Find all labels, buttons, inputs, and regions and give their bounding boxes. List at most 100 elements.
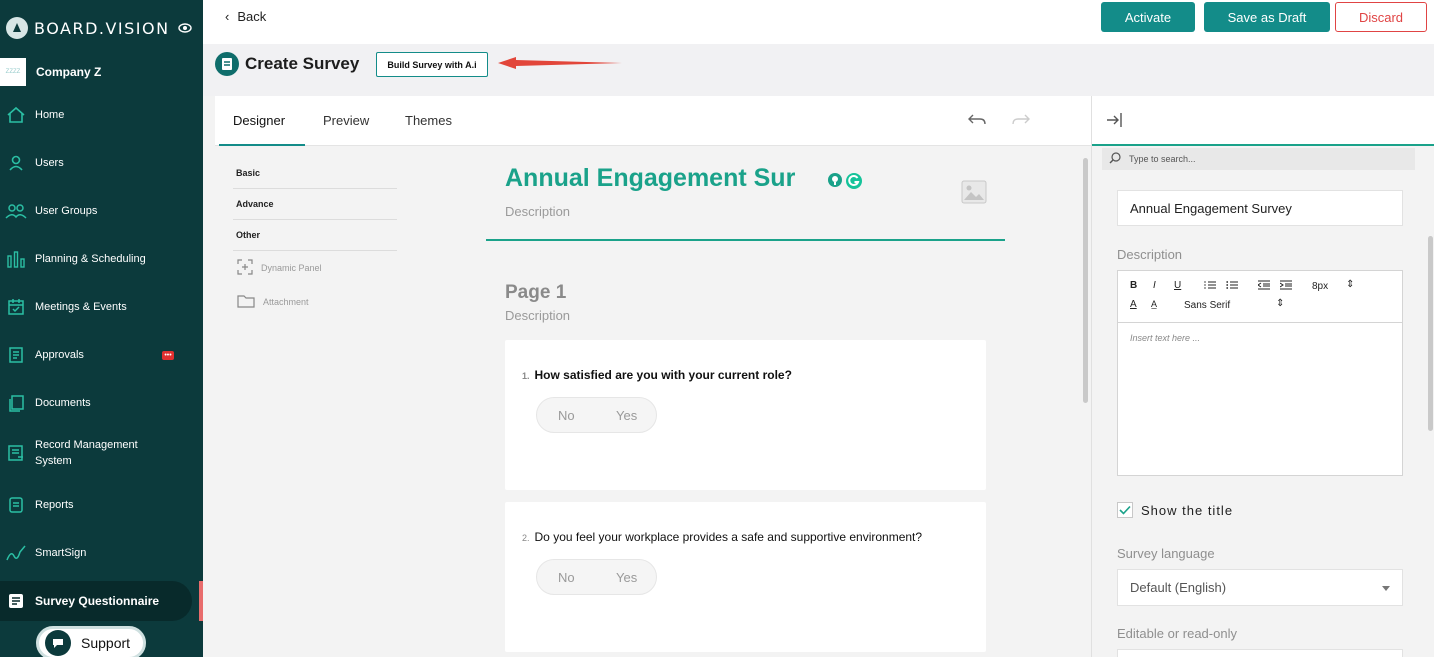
outdent-icon[interactable] xyxy=(1257,280,1270,293)
show-title-checkbox[interactable] xyxy=(1117,502,1133,518)
sidebar: BOARD.VISION ZZZZ Company Z Home Users U… xyxy=(0,0,203,657)
sidebar-item-meetings[interactable]: Meetings & Events xyxy=(0,287,203,327)
redo-icon[interactable] xyxy=(1011,112,1031,133)
survey-title[interactable]: Annual Engagement Sur xyxy=(505,164,795,193)
approvals-icon xyxy=(5,344,27,366)
bold-button[interactable]: B xyxy=(1130,280,1137,291)
editor-toolbar: B I U 8px ⇕ A A̲ Sans Serif ⇕ xyxy=(1118,271,1402,323)
back-label: Back xyxy=(237,9,267,24)
survey-title-field[interactable]: Annual Engagement Survey xyxy=(1117,190,1403,226)
page-name[interactable]: Page 1 xyxy=(505,282,566,304)
pointer-arrow-icon xyxy=(498,56,624,75)
font-size-select[interactable]: 8px xyxy=(1312,281,1328,292)
select-arrows-icon: ⇕ xyxy=(1346,279,1355,290)
grammarly-icon xyxy=(845,172,863,195)
description-editor[interactable]: B I U 8px ⇕ A A̲ Sans Serif ⇕ Insert tex… xyxy=(1117,270,1403,476)
highlight-color-icon[interactable]: A̲ xyxy=(1151,299,1157,309)
survey-language-label: Survey language xyxy=(1117,546,1215,561)
sidebar-item-users[interactable]: Users xyxy=(0,143,203,183)
title-divider xyxy=(486,239,1005,241)
company-name: Company Z xyxy=(36,65,102,79)
save-as-draft-button[interactable]: Save as Draft xyxy=(1204,2,1330,32)
designer-tabs: Designer Preview Themes xyxy=(215,96,1091,146)
survey-language-value: Default (English) xyxy=(1130,580,1227,595)
toolbox-item-dynamic-panel[interactable]: Dynamic Panel xyxy=(233,251,397,285)
search-input[interactable]: Type to search... xyxy=(1129,154,1196,164)
toolbox-category-advance[interactable]: Advance xyxy=(233,189,397,220)
sidebar-item-home[interactable]: Home xyxy=(0,95,203,135)
home-icon xyxy=(5,104,27,126)
toggle-option-yes[interactable]: Yes xyxy=(616,408,637,423)
bullet-list-icon[interactable] xyxy=(1226,280,1238,293)
page-description[interactable]: Description xyxy=(505,308,570,323)
designer-scrollbar[interactable] xyxy=(1081,148,1089,657)
toolbox-category-other[interactable]: Other xyxy=(233,220,397,251)
toggle-option-no[interactable]: No xyxy=(558,408,575,423)
sidebar-item-documents[interactable]: Documents xyxy=(0,383,203,423)
text-color-icon[interactable]: A xyxy=(1130,299,1137,310)
company-switcher[interactable]: ZZZZ Company Z xyxy=(0,58,101,86)
question-number: 2. xyxy=(522,533,530,543)
sidebar-item-approvals[interactable]: Approvals ••• xyxy=(0,335,203,375)
survey-description[interactable]: Description xyxy=(505,204,570,219)
chevron-left-icon: ‹ xyxy=(225,9,230,24)
discard-button[interactable]: Discard xyxy=(1335,2,1427,32)
toolbox-category-basic[interactable]: Basic xyxy=(233,158,397,189)
property-search[interactable]: Type to search... xyxy=(1102,148,1415,170)
sidebar-item-reports[interactable]: Reports xyxy=(0,485,203,525)
show-title-option[interactable]: Show the title xyxy=(1117,502,1233,518)
activate-button[interactable]: Activate xyxy=(1101,2,1195,32)
show-title-label: Show the title xyxy=(1141,502,1234,518)
question-card[interactable]: 2. Do you feel your workplace provides a … xyxy=(505,502,986,652)
sidebar-item-label: Documents xyxy=(35,397,91,409)
signature-icon xyxy=(5,542,27,564)
sidebar-item-label: Reports xyxy=(35,499,74,511)
back-button[interactable]: ‹ Back xyxy=(225,9,266,24)
italic-button[interactable]: I xyxy=(1153,280,1156,291)
undo-icon[interactable] xyxy=(967,112,987,133)
active-tab-indicator xyxy=(219,144,305,146)
property-scrollbar[interactable] xyxy=(1428,236,1433,431)
sidebar-item-label: Users xyxy=(35,157,64,169)
editor-body[interactable]: Insert text here ... xyxy=(1118,323,1402,353)
sidebar-item-smartsign[interactable]: SmartSign xyxy=(0,533,203,573)
support-button[interactable]: Support xyxy=(36,626,146,657)
page-title: Create Survey xyxy=(245,54,360,73)
underline-button[interactable]: U xyxy=(1174,280,1181,291)
build-survey-ai-button[interactable]: Build Survey with A.i xyxy=(376,52,488,77)
sidebar-item-label: SmartSign xyxy=(35,547,87,559)
survey-language-select[interactable]: Default (English) xyxy=(1117,569,1403,606)
font-family-select[interactable]: Sans Serif xyxy=(1184,300,1230,311)
boolean-toggle[interactable]: No Yes xyxy=(536,559,657,595)
question-number: 1. xyxy=(522,371,530,381)
editable-mode-field[interactable] xyxy=(1117,649,1403,657)
collapse-panel-icon[interactable] xyxy=(1106,112,1124,133)
sidebar-item-record-management[interactable]: Record Management System xyxy=(0,431,203,475)
sidebar-item-survey-questionnaire[interactable]: Survey Questionnaire xyxy=(0,581,192,621)
tab-preview[interactable]: Preview xyxy=(323,113,369,128)
indent-icon[interactable] xyxy=(1279,280,1292,293)
eye-icon[interactable] xyxy=(178,20,192,38)
sidebar-item-label: Meetings & Events xyxy=(35,301,127,313)
image-placeholder-icon[interactable] xyxy=(961,180,987,209)
question-card[interactable]: 1. How satisfied are you with your curren… xyxy=(505,340,986,490)
boolean-toggle[interactable]: No Yes xyxy=(536,397,657,433)
toggle-option-no[interactable]: No xyxy=(558,570,575,585)
question-text: Do you feel your workplace provides a sa… xyxy=(534,530,923,544)
sidebar-item-user-groups[interactable]: User Groups xyxy=(0,191,203,231)
toolbox-item-label: Dynamic Panel xyxy=(261,263,322,273)
scrollbar-thumb[interactable] xyxy=(1083,158,1088,403)
support-label: Support xyxy=(81,635,131,651)
sidebar-item-planning[interactable]: Planning & Scheduling xyxy=(0,239,203,279)
brand[interactable]: BOARD.VISION xyxy=(6,16,196,40)
dynamic-panel-icon xyxy=(237,259,253,277)
question-title: 2. Do you feel your workplace provides a … xyxy=(522,530,922,544)
toggle-option-yes[interactable]: Yes xyxy=(616,570,637,585)
tab-designer[interactable]: Designer xyxy=(233,113,285,128)
grammarly-badge[interactable] xyxy=(827,172,863,195)
toolbox-item-attachment[interactable]: Attachment xyxy=(233,285,397,319)
tab-themes[interactable]: Themes xyxy=(405,113,452,128)
ordered-list-icon[interactable] xyxy=(1204,280,1216,293)
sidebar-item-label: Approvals xyxy=(35,349,84,361)
survey-icon xyxy=(5,590,27,612)
